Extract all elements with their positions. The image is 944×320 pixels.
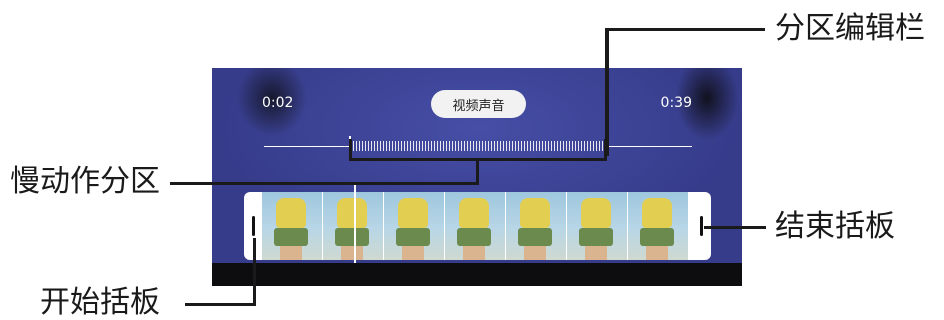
- slow-motion-section-leader: [170, 182, 479, 185]
- filmstrip-frame: [628, 192, 688, 260]
- slow-motion-bracket-l: [349, 139, 352, 161]
- start-time-label: 0:02: [262, 95, 294, 111]
- end-trim-handle[interactable]: [700, 216, 703, 236]
- end-time-label: 0:39: [660, 95, 692, 111]
- filmstrip-frame: [323, 192, 383, 260]
- end-handle-callout: 结束括板: [775, 209, 895, 244]
- filmstrip-frame: [262, 192, 322, 260]
- filmstrip-frame: [384, 192, 444, 260]
- filmstrip-frame: [445, 192, 505, 260]
- filmstrip[interactable]: [244, 192, 711, 260]
- bottom-bar: [212, 263, 742, 286]
- section-edit-bar-leader-h: [605, 28, 765, 31]
- slow-motion-section[interactable]: [350, 141, 606, 151]
- filmstrip-frame: [506, 192, 566, 260]
- section-edit-bar-callout: 分区编辑栏: [775, 11, 925, 46]
- start-handle-callout: 开始括板: [40, 285, 160, 320]
- filmstrip-frame: [567, 192, 627, 260]
- slow-motion-bracket-stem: [476, 160, 479, 184]
- section-edit-bar-leader: [605, 28, 609, 156]
- slow-motion-bracket-r: [604, 139, 607, 161]
- end-handle-leader: [704, 226, 766, 229]
- start-handle-leader: [253, 238, 256, 306]
- start-handle-leader-h: [185, 303, 256, 306]
- video-audio-button[interactable]: 视频声音: [431, 90, 526, 118]
- timeline-track-right: [606, 146, 692, 147]
- start-trim-handle[interactable]: [252, 216, 255, 236]
- playhead[interactable]: [354, 184, 356, 270]
- timeline-track-left: [264, 146, 350, 147]
- slow-motion-section-callout: 慢动作分区: [10, 164, 160, 199]
- filmstrip-frames: [262, 192, 693, 260]
